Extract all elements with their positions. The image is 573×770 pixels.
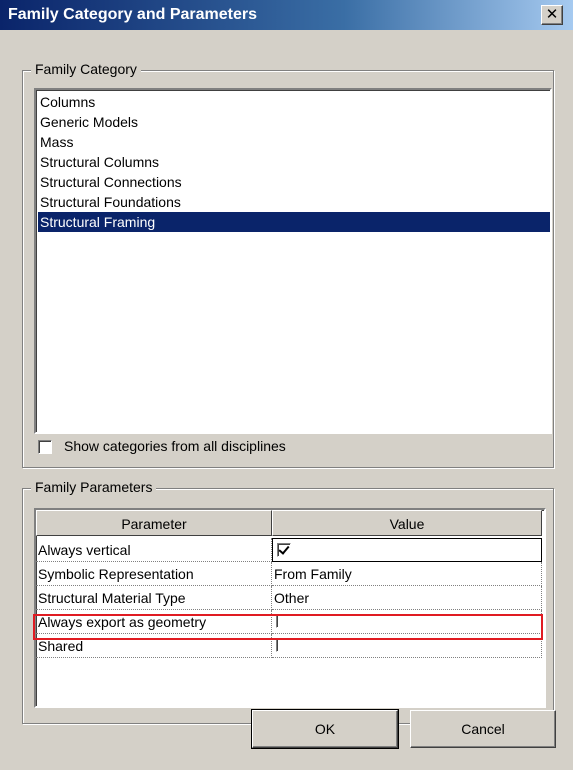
parameters-table: Parameter Value Always vertical Symbolic… <box>34 508 546 708</box>
title-bar[interactable]: Family Category and Parameters ✕ <box>0 0 573 30</box>
show-all-disciplines-label[interactable]: Show categories from all disciplines <box>64 438 286 454</box>
close-icon: ✕ <box>545 5 559 23</box>
parameter-value[interactable]: Other <box>272 586 542 610</box>
cancel-button[interactable]: Cancel <box>410 710 556 748</box>
parameter-name: Structural Material Type <box>36 586 272 610</box>
parameter-name: Always vertical <box>36 538 272 562</box>
table-row[interactable]: Structural Material Type Other <box>36 586 542 610</box>
family-category-legend: Family Category <box>31 61 141 77</box>
list-item[interactable]: Columns <box>38 92 550 112</box>
shared-checkbox[interactable] <box>276 638 290 652</box>
ok-button[interactable]: OK <box>251 709 399 749</box>
category-list[interactable]: Columns Generic Models Mass Structural C… <box>34 88 552 434</box>
parameter-value[interactable]: From Family <box>272 562 542 586</box>
column-header-value[interactable]: Value <box>272 510 542 536</box>
list-item[interactable]: Structural Connections <box>38 172 550 192</box>
column-header-parameter[interactable]: Parameter <box>36 510 272 536</box>
list-item[interactable]: Generic Models <box>38 112 550 132</box>
always-vertical-checkbox[interactable] <box>277 543 291 557</box>
list-item-selected[interactable]: Structural Framing <box>38 212 550 232</box>
window-title: Family Category and Parameters <box>8 6 257 23</box>
show-all-disciplines-checkbox[interactable] <box>38 440 52 454</box>
list-item[interactable]: Mass <box>38 132 550 152</box>
table-row[interactable]: Always vertical <box>36 538 542 562</box>
highlight-annotation <box>33 614 543 640</box>
family-parameters-legend: Family Parameters <box>31 479 157 495</box>
table-row[interactable]: Symbolic Representation From Family <box>36 562 542 586</box>
parameter-name: Symbolic Representation <box>36 562 272 586</box>
list-item[interactable]: Structural Foundations <box>38 192 550 212</box>
list-item[interactable]: Structural Columns <box>38 152 550 172</box>
close-button[interactable]: ✕ <box>541 5 563 25</box>
parameter-value[interactable] <box>272 538 542 562</box>
